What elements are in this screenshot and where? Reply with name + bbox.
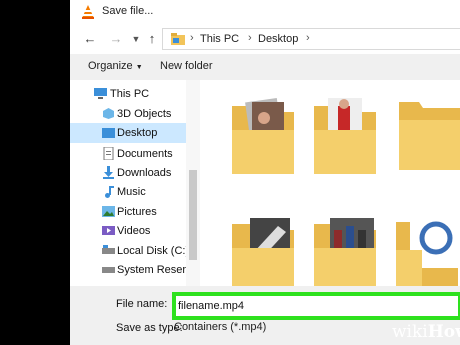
up-arrow-icon[interactable]: ↑ [144, 31, 160, 47]
file-list [200, 80, 460, 286]
sidebar-item-this-pc[interactable]: This PC [70, 84, 186, 104]
chevron-right-icon[interactable]: › [248, 32, 252, 44]
recent-chevron-icon[interactable]: ▼ [128, 31, 144, 47]
sidebar-item-label: Music [117, 186, 146, 198]
new-folder-button[interactable]: New folder [160, 60, 213, 72]
sidebar-item-documents[interactable]: Documents [70, 144, 186, 164]
chevron-right-icon[interactable]: › [306, 32, 310, 44]
folder-icon[interactable] [395, 90, 460, 180]
chevron-right-icon[interactable]: › [190, 32, 194, 44]
navigation-bar: ← → ▼ ↑ › This PC › Desktop › [70, 24, 460, 54]
breadcrumb-this-pc[interactable]: This PC [200, 33, 239, 45]
file-name-input[interactable] [178, 298, 438, 314]
folder-thumbnail[interactable] [228, 94, 298, 184]
dropdown-arrow-icon: ▼ [135, 64, 143, 71]
file-name-label: File name: [116, 298, 168, 310]
sidebar-item-downloads[interactable]: Downloads [70, 163, 186, 183]
save-as-type-label: Save as type: [116, 322, 183, 334]
title-bar: Save file... [70, 0, 460, 24]
scrollbar-thumb[interactable] [189, 170, 197, 260]
command-toolbar: Organize ▼ New folder [70, 54, 460, 81]
3d-objects-icon [103, 108, 114, 119]
folder-thumbnail[interactable] [310, 212, 380, 286]
folder-thumbnail[interactable] [310, 94, 380, 184]
sidebar-item-desktop[interactable]: Desktop [70, 123, 186, 143]
breadcrumb-desktop[interactable]: Desktop [258, 33, 298, 45]
sidebar-item-videos[interactable]: Videos [70, 221, 186, 241]
sidebar-item-label: Downloads [117, 167, 172, 179]
sidebar-item-label: Pictures [117, 206, 157, 218]
sidebar-item-label: Local Disk (C:) [117, 245, 190, 257]
music-icon [105, 186, 114, 198]
window-title: Save file... [102, 5, 154, 17]
organize-label: Organize [88, 60, 133, 72]
forward-arrow-icon[interactable]: → [108, 31, 124, 47]
drive-icon [102, 245, 115, 254]
sidebar-item-label: This PC [110, 88, 150, 100]
navigation-pane: This PC 3D Objects Desktop Documents Dow… [70, 80, 204, 286]
sidebar-item-label: 3D Objects [117, 108, 172, 120]
organize-button[interactable]: Organize ▼ [88, 60, 143, 72]
vlc-cone-icon [82, 5, 94, 19]
videos-icon [102, 226, 115, 235]
wikihow-watermark: wikiHow [392, 322, 460, 342]
documents-icon [103, 147, 114, 160]
save-file-dialog: Save file... ← → ▼ ↑ › This PC › Desktop… [70, 0, 460, 345]
sidebar-item-music[interactable]: Music [70, 182, 186, 202]
back-arrow-icon[interactable]: ← [82, 31, 98, 47]
drive-icon [102, 267, 115, 273]
sidebar-item-3d-objects[interactable]: 3D Objects [70, 104, 186, 124]
sidebar-item-system-reserved[interactable]: System Reserved [70, 260, 204, 280]
folder-thumbnail[interactable] [392, 210, 460, 286]
sidebar-item-label: Documents [117, 148, 173, 160]
sidebar-item-label: Videos [117, 225, 151, 237]
nav-scrollbar[interactable] [186, 80, 200, 286]
desktop-folder-icon [102, 128, 115, 138]
file-name-field[interactable] [172, 292, 460, 320]
downloads-icon [103, 166, 114, 179]
sidebar-item-label: Desktop [117, 127, 158, 139]
address-bar[interactable]: › This PC › Desktop › [162, 28, 460, 50]
pictures-icon [102, 206, 115, 217]
sidebar-item-local-disk[interactable]: Local Disk (C:) [70, 241, 190, 261]
folder-thumbnail[interactable] [228, 212, 298, 286]
computer-icon [94, 88, 107, 99]
sidebar-item-pictures[interactable]: Pictures [70, 202, 186, 222]
folder-icon [171, 33, 185, 45]
